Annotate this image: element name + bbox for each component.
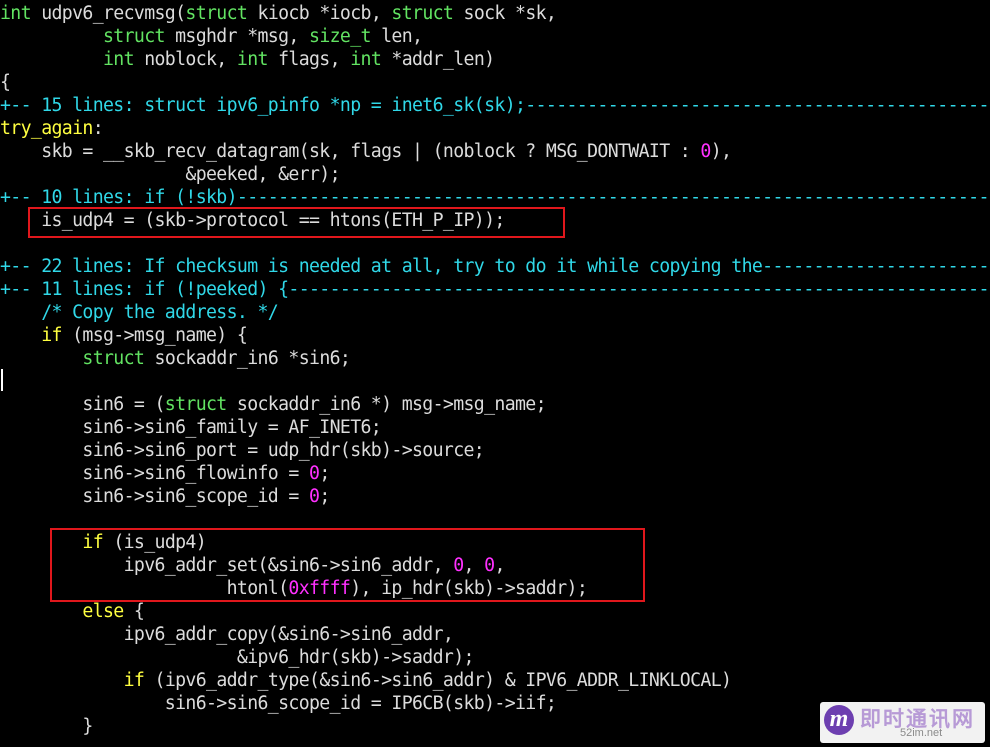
code-token: kiocb *iocb,: [247, 3, 392, 24]
code-token: /* Copy the address. */: [41, 302, 279, 323]
code-line[interactable]: sin6 = (struct sockaddr_in6 *) msg->msg_…: [0, 393, 990, 416]
code-line[interactable]: ipv6_addr_copy(&sin6->sin6_addr,: [0, 623, 990, 646]
code-token: int: [236, 49, 269, 70]
code-token: sin6->sin6_scope_id =: [0, 486, 309, 507]
code-token: int: [350, 49, 382, 70]
code-line[interactable]: &ipv6_hdr(skb)->saddr);: [0, 646, 990, 669]
code-token: +-- 22 lines: If checksum is needed at a…: [0, 256, 990, 277]
code-line[interactable]: &peeked, &err);: [0, 163, 990, 186]
code-token: flags,: [267, 49, 351, 70]
code-line[interactable]: sin6->sin6_family = AF_INET6;: [0, 416, 990, 439]
watermark-logo-icon: m: [824, 705, 854, 735]
code-token: &peeked, &err);: [0, 164, 340, 185]
code-token: ;: [319, 486, 330, 507]
code-token: }: [0, 716, 93, 737]
code-token: struct: [82, 348, 145, 369]
code-token: if: [41, 325, 62, 346]
code-token: &ipv6_hdr(skb)->saddr);: [0, 647, 475, 668]
code-token: msghdr *msg,: [164, 26, 310, 47]
code-token: len,: [370, 26, 423, 47]
code-token: sin6->sin6_port = udp_hdr(skb)->source;: [0, 440, 485, 461]
code-line[interactable]: sin6->sin6_port = udp_hdr(skb)->source;: [0, 439, 990, 462]
code-token: sin6 = (: [0, 394, 165, 415]
code-token: {: [0, 72, 11, 93]
code-line[interactable]: +-- 15 lines: struct ipv6_pinfo *np = in…: [0, 94, 990, 117]
code-token: sin6->sin6_flowinfo =: [0, 463, 309, 484]
code-line[interactable]: /* Copy the address. */: [0, 301, 990, 324]
watermark: m 即时通讯网 52im.net: [820, 702, 985, 743]
text-cursor: [1, 369, 3, 391]
highlight-box-ipv6-addr-set: [50, 528, 645, 602]
code-token: ;: [319, 463, 330, 484]
code-line[interactable]: struct msghdr *msg, size_t len,: [0, 25, 990, 48]
code-token: ipv6_addr_copy(&sin6->sin6_addr,: [0, 624, 454, 645]
code-line[interactable]: if (ipv6_addr_type(&sin6->sin6_addr) & I…: [0, 669, 990, 692]
code-line[interactable]: +-- 11 lines: if (!peeked) {------------…: [0, 278, 990, 301]
code-token: sock *sk,: [453, 3, 557, 24]
code-token: :: [92, 118, 104, 139]
code-token: if: [123, 670, 145, 691]
code-token: *addr_len): [381, 49, 495, 70]
code-line[interactable]: sin6->sin6_scope_id = 0;: [0, 485, 990, 508]
code-token: struct: [185, 3, 248, 24]
code-token: try_again: [0, 118, 93, 139]
code-token: sin6->sin6_scope_id = IP6CB(skb)->iif;: [0, 693, 557, 714]
code-token: int: [0, 3, 32, 24]
code-token: struct: [391, 3, 454, 24]
code-token: struct: [103, 26, 165, 47]
code-line[interactable]: [0, 370, 990, 393]
code-line[interactable]: else {: [0, 600, 990, 623]
code-token: +-- 10 lines: if (!skb)-----------------…: [0, 187, 990, 208]
code-token: ),: [710, 141, 732, 162]
code-line[interactable]: +-- 22 lines: If checksum is needed at a…: [0, 255, 990, 278]
code-line[interactable]: try_again:: [0, 117, 990, 140]
code-line[interactable]: skb = __skb_recv_datagram(sk, flags | (n…: [0, 140, 990, 163]
code-token: 0: [309, 463, 320, 484]
code-token: size_t: [309, 26, 371, 47]
code-editor[interactable]: int udpv6_recvmsg(struct kiocb *iocb, st…: [0, 2, 990, 738]
code-line[interactable]: int noblock, int flags, int *addr_len): [0, 48, 990, 71]
code-token: 0: [700, 141, 711, 162]
code-token: sockaddr_in6 *) msg->msg_name;: [226, 394, 547, 415]
code-line[interactable]: sin6->sin6_flowinfo = 0;: [0, 462, 990, 485]
highlight-box-is-udp4: [28, 207, 565, 238]
code-token: {: [123, 601, 145, 622]
code-token: struct: [164, 394, 227, 415]
code-token: else: [82, 601, 124, 622]
code-token: noblock,: [133, 49, 237, 70]
code-token: int: [103, 49, 135, 70]
watermark-url: 52im.net: [900, 727, 943, 739]
code-token: 0: [309, 486, 320, 507]
code-token: +-- 15 lines: struct ipv6_pinfo *np = in…: [0, 95, 990, 116]
code-line[interactable]: {: [0, 71, 990, 94]
code-line[interactable]: +-- 10 lines: if (!skb)-----------------…: [0, 186, 990, 209]
code-line[interactable]: int udpv6_recvmsg(struct kiocb *iocb, st…: [0, 2, 990, 25]
code-line[interactable]: struct sockaddr_in6 *sin6;: [0, 347, 990, 370]
code-token: (msg->msg_name) {: [61, 325, 248, 346]
code-token: sin6->sin6_family = AF_INET6;: [0, 417, 382, 438]
code-token: +-- 11 lines: if (!peeked) {------------…: [0, 279, 990, 300]
code-token: skb = __skb_recv_datagram(sk, flags | (n…: [0, 141, 701, 162]
code-token: (ipv6_addr_type(&sin6->sin6_addr) & IPV6…: [144, 670, 732, 691]
code-line[interactable]: if (msg->msg_name) {: [0, 324, 990, 347]
code-token: udpv6_recvmsg(: [30, 3, 186, 24]
code-token: sockaddr_in6 *sin6;: [144, 348, 351, 369]
